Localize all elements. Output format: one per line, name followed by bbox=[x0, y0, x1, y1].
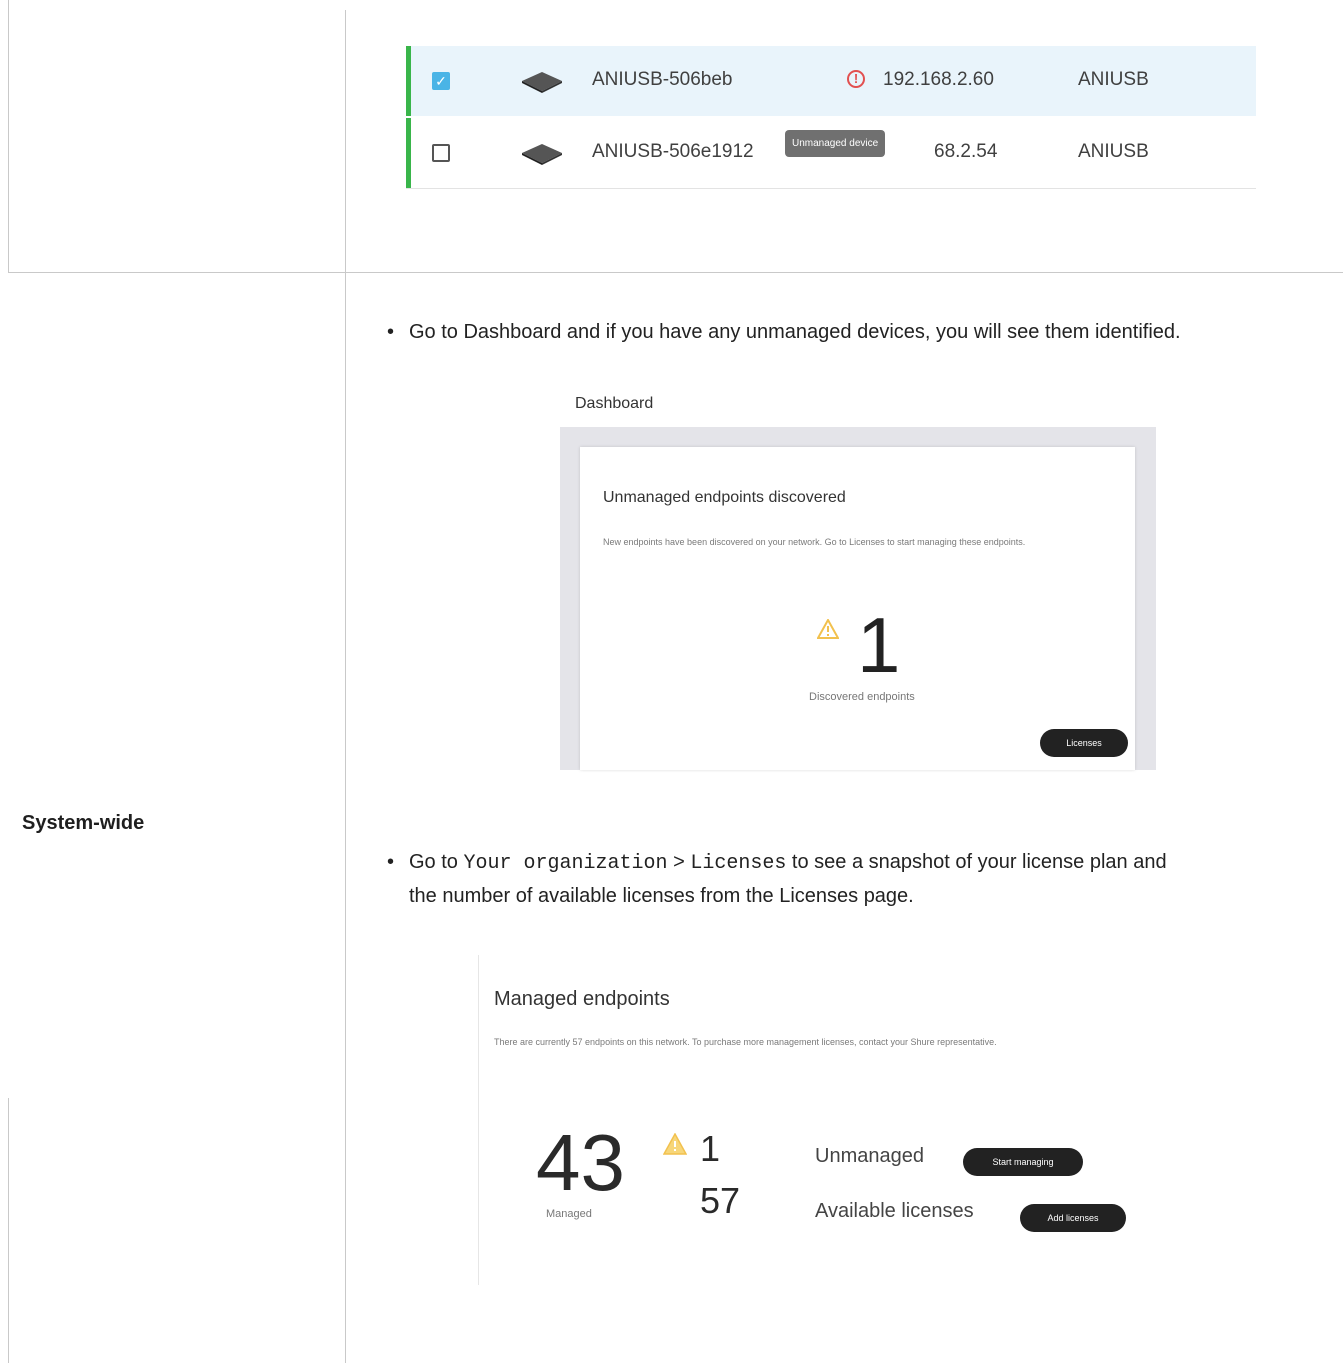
available-licenses-label: Available licenses bbox=[815, 1200, 974, 1222]
unmanaged-count: 1 bbox=[700, 1128, 721, 1169]
unmanaged-card: Unmanaged endpoints discovered New endpo… bbox=[580, 447, 1135, 770]
discovered-label: Discovered endpoints bbox=[809, 691, 915, 703]
row-checkbox[interactable]: ✓ bbox=[432, 72, 450, 90]
bullet-line2: the number of available licenses from th… bbox=[409, 885, 914, 907]
device-name: ANIUSB-506e1912 bbox=[592, 141, 754, 162]
licenses-description: There are currently 57 endpoints on this… bbox=[494, 1037, 997, 1047]
online-status-bar bbox=[406, 46, 411, 116]
alert-icon: ! bbox=[847, 70, 865, 88]
bullet-text: Go to Dashboard and if you have any unma… bbox=[409, 321, 1181, 343]
card-title: Unmanaged endpoints discovered bbox=[603, 489, 846, 506]
dashboard-screenshot: Unmanaged endpoints discovered New endpo… bbox=[560, 427, 1156, 770]
licenses-screenshot: Managed endpoints There are currently 57… bbox=[478, 955, 1248, 1285]
device-icon bbox=[522, 144, 562, 165]
managed-count: 43 bbox=[536, 1118, 625, 1207]
table-left-border bbox=[8, 0, 9, 272]
device-ip: 68.2.54 bbox=[934, 141, 998, 162]
discovered-count: 1 bbox=[857, 601, 901, 689]
device-icon bbox=[522, 72, 562, 93]
table-left-border-lower bbox=[8, 1098, 9, 1363]
licenses-button[interactable]: Licenses bbox=[1040, 729, 1128, 757]
unmanaged-label: Unmanaged bbox=[815, 1145, 924, 1167]
warning-icon bbox=[817, 619, 839, 639]
start-managing-button[interactable]: Start managing bbox=[963, 1148, 1083, 1176]
online-status-bar bbox=[406, 118, 411, 188]
bullet-item: • Go to Your organization > Licenses to s… bbox=[387, 851, 1167, 907]
managed-label: Managed bbox=[546, 1208, 592, 1220]
device-ip: 192.168.2.60 bbox=[883, 69, 994, 90]
table-column-divider bbox=[345, 10, 346, 1363]
card-description: New endpoints have been discovered on yo… bbox=[603, 537, 1026, 547]
warning-icon bbox=[663, 1133, 687, 1155]
screenshot-edge bbox=[478, 955, 479, 1285]
bullet-item: • Go to Dashboard and if you have any unm… bbox=[387, 321, 1181, 343]
device-model: ANIUSB bbox=[1078, 69, 1149, 90]
dashboard-title: Dashboard bbox=[575, 395, 654, 412]
device-row[interactable]: ✓ ANIUSB-506beb ! 192.168.2.60 ANIUSB bbox=[406, 46, 1256, 116]
device-row[interactable]: ANIUSB-506e1912 68.2.54 ANIUSB Unmanaged… bbox=[406, 118, 1256, 189]
code-licenses: Licenses bbox=[690, 852, 787, 875]
unmanaged-tooltip: Unmanaged device bbox=[785, 130, 886, 157]
code-your-organization: Your organization bbox=[463, 852, 668, 875]
add-licenses-button[interactable]: Add licenses bbox=[1020, 1204, 1126, 1232]
device-name: ANIUSB-506beb bbox=[592, 69, 733, 90]
device-list-screenshot: ✓ ANIUSB-506beb ! 192.168.2.60 ANIUSB AN… bbox=[406, 46, 1256, 190]
available-count: 57 bbox=[700, 1180, 741, 1221]
row-checkbox[interactable] bbox=[432, 144, 450, 162]
device-model: ANIUSB bbox=[1078, 141, 1149, 162]
row-label: System-wide bbox=[22, 812, 145, 834]
bullet-separator: > bbox=[667, 851, 691, 873]
table-row-divider bbox=[8, 272, 1343, 273]
licenses-title: Managed endpoints bbox=[494, 988, 670, 1010]
bullet-prefix: Go to bbox=[409, 851, 464, 873]
bullet-suffix: to see a snapshot of your license plan a… bbox=[786, 851, 1167, 873]
